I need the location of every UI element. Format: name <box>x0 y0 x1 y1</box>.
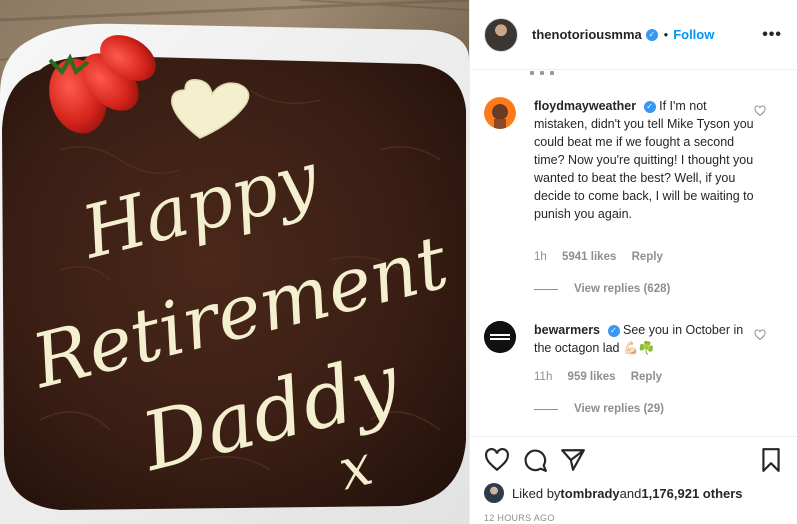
view-replies-label: View replies (628) <box>574 283 671 295</box>
comments-list[interactable]: floydmayweather ✓ If I'm not mistaken, d… <box>470 71 797 435</box>
bewarmers-logo-icon <box>484 321 516 353</box>
share-icon[interactable] <box>560 447 586 473</box>
post-header: thenotoriousmma ✓ • Follow ••• <box>470 0 797 70</box>
instagram-post: Happy Retirement Daddy x thenotoriousmma… <box>0 0 797 524</box>
reply-button[interactable]: Reply <box>631 371 662 383</box>
post-actions: Liked by tombrady and 1,176,921 others 1… <box>470 436 797 524</box>
likes-count[interactable]: 1,176,921 others <box>641 486 742 501</box>
follow-button[interactable]: Follow <box>673 27 714 42</box>
comment-avatar[interactable] <box>484 321 516 353</box>
replies-divider <box>534 408 558 410</box>
verified-icon: ✓ <box>643 100 656 113</box>
view-replies-button[interactable]: View replies (29) <box>534 403 664 415</box>
verified-icon: ✓ <box>645 28 658 41</box>
header-username[interactable]: thenotoriousmma <box>532 27 642 42</box>
view-replies-label: View replies (29) <box>574 403 664 415</box>
comment-heart-icon[interactable] <box>754 105 766 117</box>
comment-item: floydmayweather ✓ If I'm not mistaken, d… <box>484 97 784 317</box>
replies-divider <box>534 288 558 290</box>
header-separator: • <box>663 27 669 42</box>
post-side-panel: thenotoriousmma ✓ • Follow ••• floydmayw… <box>469 0 797 524</box>
view-replies-button[interactable]: View replies (628) <box>534 283 670 295</box>
cake-image: Happy Retirement Daddy x <box>0 0 469 524</box>
comment-username[interactable]: floydmayweather <box>534 99 636 113</box>
comment-avatar[interactable] <box>484 97 516 129</box>
heart-icon[interactable] <box>484 447 510 473</box>
comment-time: 11h <box>534 371 553 383</box>
comment-body: bewarmers ✓ See you in October in the oc… <box>534 321 754 357</box>
post-photo[interactable]: Happy Retirement Daddy x <box>0 0 469 524</box>
comment-heart-icon[interactable] <box>754 329 766 341</box>
bookmark-icon[interactable] <box>758 447 784 473</box>
comment-likes[interactable]: 959 likes <box>568 371 616 383</box>
more-icon[interactable]: ••• <box>762 26 782 44</box>
cut-off-text <box>530 71 590 75</box>
comment-meta: 1h 5941 likes Reply <box>534 251 675 263</box>
liked-by-user[interactable]: tombrady <box>560 486 619 501</box>
likes-middle: and <box>619 485 642 501</box>
avatar[interactable] <box>484 483 504 503</box>
comment-text: If I'm not mistaken, didn't you tell Mik… <box>534 99 754 221</box>
comment-icon[interactable] <box>522 447 548 473</box>
comment-item: bewarmers ✓ See you in October in the oc… <box>484 321 784 431</box>
comment-username[interactable]: bewarmers <box>534 323 600 337</box>
floyd-avatar-icon <box>484 97 516 129</box>
likes-prefix: Liked by <box>512 485 561 501</box>
comment-time: 1h <box>534 251 547 263</box>
avatar[interactable] <box>484 17 518 52</box>
verified-icon: ✓ <box>607 324 620 337</box>
comment-body: floydmayweather ✓ If I'm not mistaken, d… <box>534 97 754 223</box>
reply-button[interactable]: Reply <box>632 251 663 263</box>
comment-meta: 11h 959 likes Reply <box>534 371 674 383</box>
likes-summary: Liked by tombrady and 1,176,921 others <box>484 483 743 503</box>
post-timestamp[interactable]: 12 HOURS AGO <box>484 513 555 523</box>
comment-likes[interactable]: 5941 likes <box>562 251 616 263</box>
